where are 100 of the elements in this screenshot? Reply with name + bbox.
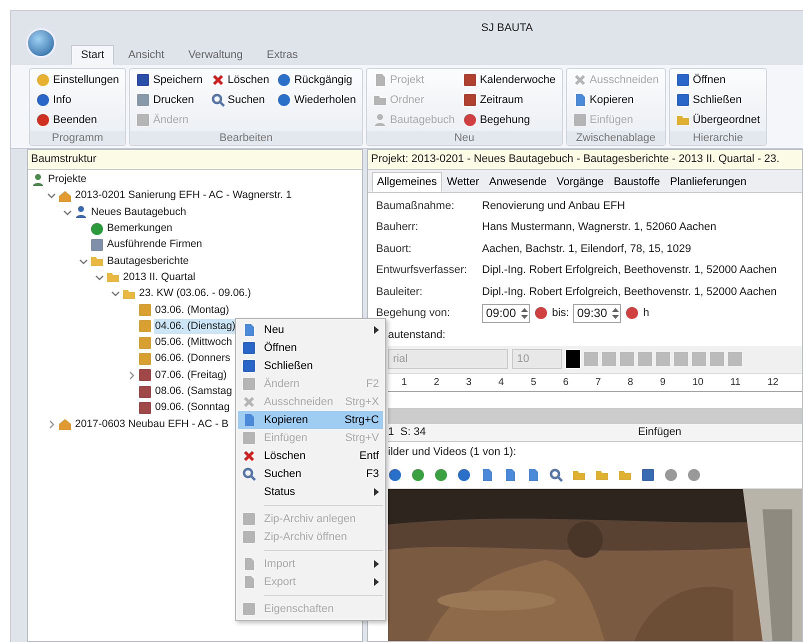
ruler-number: 2 [434,376,440,390]
menu-item[interactable]: Öffnen [238,339,383,357]
tab[interactable]: Planlieferungen [665,172,752,192]
expander-icon[interactable] [47,191,56,200]
tab[interactable]: Wetter [442,172,484,192]
tree-item[interactable]: Projekte [47,172,88,188]
ruler-number: 8 [628,376,634,390]
toolbar-button[interactable] [641,467,655,484]
ribbon-tab[interactable]: Ansicht [118,45,174,65]
folder-icon [106,270,120,284]
tab[interactable]: Baustoffe [608,172,666,192]
submenu-arrow-icon [374,560,379,568]
ribbon-button[interactable]: Rückgängig [276,71,357,89]
ribbon-button[interactable]: Kalenderwoche [462,71,557,89]
house-icon [58,188,72,203]
ribbon-button[interactable]: Übergeordnet [674,111,762,129]
menu-item[interactable]: Status [238,483,383,501]
expander-icon[interactable] [111,289,120,298]
ribbon-tab[interactable]: Verwaltung [178,45,253,65]
tab[interactable]: Anwesende [484,172,552,192]
tree-item[interactable]: 2013 II. Quartal [122,270,196,285]
toolbar-button[interactable] [687,467,701,484]
spinner-icon[interactable] [611,306,620,321]
unit-label: h [643,306,650,321]
ribbon-button[interactable]: Einstellungen [35,71,120,89]
tree-item[interactable]: 2017-0603 Neubau EFH - AC - B [74,416,230,432]
field-label: Bauleiter: [376,284,424,300]
expander-icon[interactable] [63,208,72,217]
ruler-number: 10 [692,376,704,390]
expander-icon[interactable] [95,272,104,282]
submenu-arrow-icon [374,488,379,496]
toolbar-button[interactable] [457,467,471,484]
color-swatch[interactable] [566,350,580,368]
toolbar-button[interactable] [388,467,402,484]
ribbon-button[interactable]: Schließen [674,91,762,109]
field-value: Aachen, Bachstr. 1, Eilendorf, 78, 15, 1029 [482,242,692,256]
status-text: Einfügen [638,424,682,440]
field-label: Bauherr: [376,220,420,235]
menu-item[interactable]: Kopieren Strg+C [238,411,383,429]
group-label: Hierarchie [670,131,766,145]
app-menu-button[interactable] [26,28,56,58]
ruler-number: 11 [730,376,741,390]
tree-item[interactable]: 03.06. (Montag) [154,302,230,318]
menu-item[interactable]: Schließen [238,357,383,375]
search-icon [210,93,225,107]
ribbon-button[interactable]: Speichern [135,71,204,89]
tree-item[interactable]: 2013-0201 Sanierung EFH - AC - Wagnerstr. 1 [74,188,293,204]
ribbon-button[interactable]: Info [35,91,120,109]
tree-item[interactable]: 23. KW (03.06. - 09.06.) [138,286,252,302]
ribbon-button[interactable]: Kopieren [572,91,660,109]
expander-icon[interactable] [79,256,88,266]
time-field[interactable]: 09:30 [573,304,622,323]
tree-item[interactable]: Bautagesberichte [106,254,190,269]
group-label: Programm [30,131,126,145]
ribbon-tab[interactable]: Start [71,45,114,65]
ribbon-button[interactable]: Zeitraum [462,91,557,109]
group-label: Bearbeiten [130,131,362,145]
tree-item[interactable]: 04.06. (Dienstag) [154,318,237,334]
ribbon-button[interactable]: Öffnen [674,71,762,89]
ribbon-button[interactable]: Beenden [35,111,120,129]
field-label: Entwurfsverfasser: [376,263,468,278]
time-field[interactable]: 09:00 [482,304,530,323]
toolbar-button[interactable] [664,467,678,484]
person-icon [74,205,88,220]
tree-item[interactable]: 05.06. (Mittwoch [154,335,234,350]
expander-icon[interactable] [127,370,136,380]
tree-item[interactable]: Bemerkungen [106,221,174,236]
toolbar-button[interactable] [503,467,517,484]
ribbon-button[interactable]: Löschen [210,71,270,89]
ribbon-button[interactable]: Begehung [462,111,557,129]
ribbon-button[interactable]: Suchen [210,91,270,109]
tree-item[interactable]: 07.06. (Freitag) [154,368,228,383]
field-value: Dipl.-Ing. Robert Erfolgreich, Beethovenstr. 1, 52000 Aachen [482,263,777,278]
tab[interactable]: Vorgänge [552,172,609,192]
menu-item[interactable]: Suchen F3 [238,465,383,483]
toolbar-button[interactable] [526,467,540,484]
field-value: Hans Mustermann, Wagnerstr. 1, 52060 Aachen [482,220,716,235]
toolbar-button[interactable] [480,467,494,484]
ribbon-button[interactable]: Wiederholen [276,91,357,109]
tree-item[interactable]: Neues Bautagebuch [90,204,188,220]
menu-item[interactable]: Löschen Entf [238,447,383,465]
ruler-number: 9 [660,376,666,390]
toolbar-button[interactable] [434,467,448,484]
spinner-icon[interactable] [520,306,529,321]
tab[interactable]: Allgemeines [372,172,442,192]
tree-item[interactable]: 06.06. (Donners [154,351,232,366]
toolbar-button[interactable] [549,467,563,484]
ribbon-button[interactable]: Drucken [135,91,204,109]
folder-icon [90,254,104,268]
ruler-number: 6 [563,376,569,390]
delete-icon [242,449,256,463]
menu-item[interactable]: Neu [238,321,383,339]
ribbon-tab[interactable]: Extras [256,45,308,65]
section-label: ilder und Videos (1 von 1): [388,445,516,460]
toolbar-button[interactable] [411,467,425,484]
ruler-number: 1 [401,376,407,390]
tree-item[interactable]: Ausführende Firmen [106,237,204,252]
expander-icon[interactable] [47,420,56,429]
tree-item[interactable]: 08.06. (Samstag [154,384,234,399]
tree-item[interactable]: 09.06. (Sonntag [154,400,231,416]
